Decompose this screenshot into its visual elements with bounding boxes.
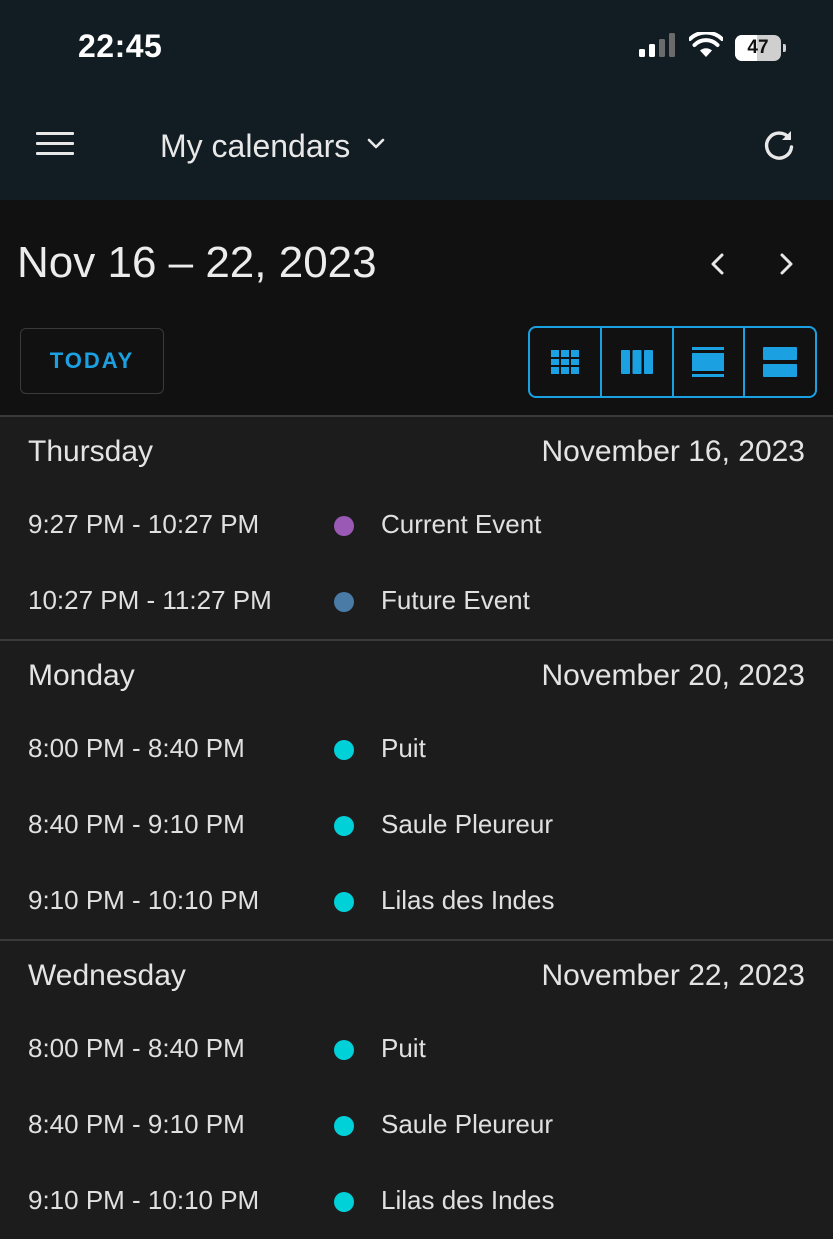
today-button[interactable]: TODAY (20, 328, 164, 394)
event-time: 9:27 PM - 10:27 PM (28, 509, 260, 539)
event-time: 8:00 PM - 8:40 PM (28, 1033, 245, 1063)
status-bar: 22:45 47 (0, 0, 833, 96)
cellular-signal-icon (639, 33, 677, 62)
event-item[interactable]: 10:27 PM - 11:27 PM Future Event (0, 563, 833, 639)
event-title: Puit (381, 733, 426, 763)
page-title: My calendars (160, 128, 351, 164)
event-color-dot (334, 1192, 354, 1212)
battery-icon: 47 (735, 34, 786, 61)
chevron-left-icon (711, 253, 724, 275)
event-list: Thursday November 16, 2023 9:27 PM - 10:… (0, 415, 833, 1239)
event-item[interactable]: 8:00 PM - 8:40 PM Puit (0, 1011, 833, 1087)
event-title: Puit (381, 1033, 426, 1063)
event-time: 8:00 PM - 8:40 PM (28, 733, 245, 763)
event-title: Saule Pleureur (381, 809, 553, 839)
event-title: Future Event (381, 585, 530, 615)
status-time: 22:45 (78, 28, 163, 64)
day-header: Wednesday November 22, 2023 (0, 941, 833, 1011)
event-color-dot (334, 1040, 354, 1060)
week-columns-icon (620, 350, 653, 374)
event-time: 10:27 PM - 11:27 PM (28, 585, 272, 615)
event-title: Current Event (381, 509, 542, 539)
calendar-selector[interactable]: My calendars (160, 128, 386, 165)
day-date: November 16, 2023 (541, 435, 806, 468)
chevron-down-icon (366, 137, 386, 156)
wifi-icon (688, 30, 724, 63)
event-item[interactable]: 9:10 PM - 10:10 PM Lilas des Indes (0, 1163, 833, 1239)
list-view-button[interactable] (745, 328, 815, 396)
day-group: Thursday November 16, 2023 9:27 PM - 10:… (0, 415, 833, 639)
calendar-toolbar: Nov 16 – 22, 2023 TODAY (0, 200, 833, 415)
event-color-dot (334, 816, 354, 836)
menu-button[interactable] (36, 132, 74, 162)
previous-week-button[interactable] (700, 246, 736, 282)
refresh-button[interactable] (761, 128, 797, 164)
day-view-button[interactable] (674, 328, 746, 396)
event-title: Saule Pleureur (381, 1109, 553, 1139)
event-time: 8:40 PM - 9:10 PM (28, 809, 245, 839)
refresh-icon (764, 131, 794, 160)
next-week-button[interactable] (768, 246, 804, 282)
event-item[interactable]: 9:10 PM - 10:10 PM Lilas des Indes (0, 863, 833, 939)
event-item[interactable]: 8:40 PM - 9:10 PM Saule Pleureur (0, 1087, 833, 1163)
day-group: Wednesday November 22, 2023 8:00 PM - 8:… (0, 939, 833, 1239)
day-name: Wednesday (28, 959, 186, 992)
event-color-dot (334, 516, 354, 536)
event-color-dot (334, 740, 354, 760)
event-color-dot (334, 1116, 354, 1136)
list-view-icon (763, 347, 798, 377)
day-rows-icon (692, 347, 725, 377)
event-title: Lilas des Indes (381, 1185, 555, 1215)
event-color-dot (334, 592, 354, 612)
month-view-button[interactable] (530, 328, 602, 396)
day-date: November 20, 2023 (541, 659, 806, 692)
status-icons: 47 (639, 30, 786, 63)
view-switcher (528, 326, 817, 398)
event-item[interactable]: 8:40 PM - 9:10 PM Saule Pleureur (0, 787, 833, 863)
date-range: Nov 16 – 22, 2023 (17, 238, 377, 287)
event-item[interactable]: 8:00 PM - 8:40 PM Puit (0, 711, 833, 787)
event-color-dot (334, 892, 354, 912)
event-time: 9:10 PM - 10:10 PM (28, 1185, 260, 1215)
week-view-button[interactable] (602, 328, 674, 396)
chevron-right-icon (780, 253, 793, 275)
month-grid-icon (550, 350, 579, 374)
day-date: November 22, 2023 (541, 959, 806, 992)
battery-level: 47 (747, 36, 769, 58)
event-time: 9:10 PM - 10:10 PM (28, 885, 260, 915)
event-title: Lilas des Indes (381, 885, 555, 915)
day-name: Thursday (28, 435, 154, 468)
day-group: Monday November 20, 2023 8:00 PM - 8:40 … (0, 639, 833, 939)
day-name: Monday (28, 659, 135, 692)
day-header: Thursday November 16, 2023 (0, 417, 833, 487)
app-bar: My calendars (0, 96, 833, 200)
day-header: Monday November 20, 2023 (0, 641, 833, 711)
event-item[interactable]: 9:27 PM - 10:27 PM Current Event (0, 487, 833, 563)
event-time: 8:40 PM - 9:10 PM (28, 1109, 245, 1139)
